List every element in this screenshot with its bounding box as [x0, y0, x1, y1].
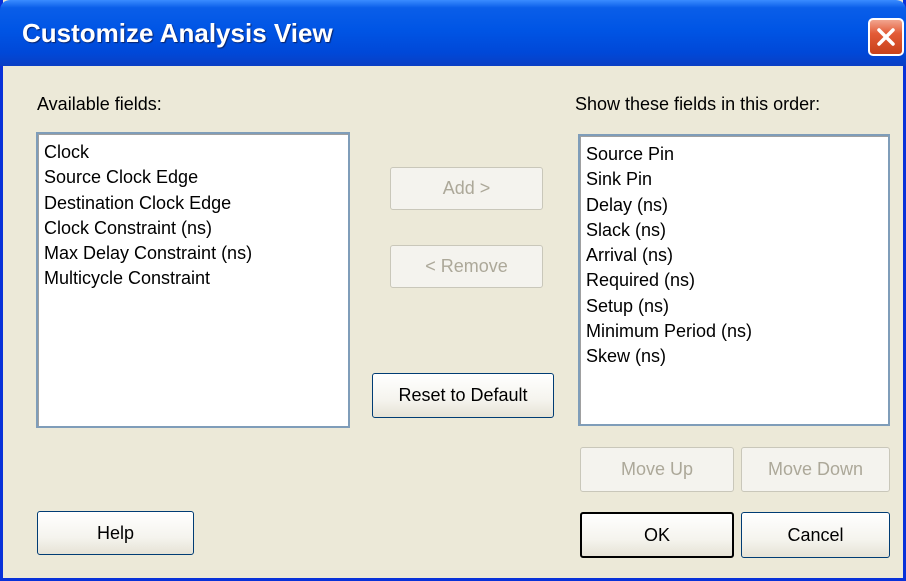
remove-button[interactable]: < Remove [390, 245, 543, 288]
list-item[interactable]: Clock [44, 140, 252, 165]
title-bar[interactable]: Customize Analysis View [0, 0, 906, 66]
available-fields-items: Clock Source Clock Edge Destination Clock … [44, 140, 252, 292]
dialog-window: Customize Analysis View Available fields… [0, 0, 906, 581]
list-item[interactable]: Multicycle Constraint [44, 266, 252, 291]
cancel-button[interactable]: Cancel [741, 512, 890, 558]
show-fields-label: Show these fields in this order: [575, 94, 821, 114]
available-fields-label: Available fields: [37, 94, 162, 114]
list-item[interactable]: Arrival (ns) [586, 243, 752, 268]
list-item[interactable]: Max Delay Constraint (ns) [44, 241, 252, 266]
list-item[interactable]: Required (ns) [586, 268, 752, 293]
list-item[interactable]: Source Clock Edge [44, 165, 252, 190]
list-item[interactable]: Clock Constraint (ns) [44, 216, 252, 241]
shown-fields-list[interactable]: Source Pin Sink Pin Delay (ns) Slack (ns) Ar… [578, 134, 890, 426]
list-item[interactable]: Setup (ns) [586, 294, 752, 319]
list-item[interactable]: Delay (ns) [586, 193, 752, 218]
close-icon [877, 28, 895, 46]
list-item[interactable]: Skew (ns) [586, 344, 752, 369]
reset-to-default-button[interactable]: Reset to Default [372, 373, 554, 418]
close-button[interactable] [868, 18, 904, 56]
list-item[interactable]: Sink Pin [586, 167, 752, 192]
ok-button[interactable]: OK [580, 512, 734, 558]
list-item[interactable]: Source Pin [586, 142, 752, 167]
move-up-button[interactable]: Move Up [580, 447, 734, 492]
available-fields-list[interactable]: Clock Source Clock Edge Destination Clock … [36, 132, 350, 428]
dialog-title: Customize Analysis View [22, 18, 333, 48]
move-down-button[interactable]: Move Down [741, 447, 890, 492]
list-item[interactable]: Destination Clock Edge [44, 191, 252, 216]
help-button[interactable]: Help [37, 511, 194, 555]
add-button[interactable]: Add > [390, 167, 543, 210]
list-item[interactable]: Slack (ns) [586, 218, 752, 243]
shown-fields-items: Source Pin Sink Pin Delay (ns) Slack (ns) Ar… [586, 142, 752, 370]
list-item[interactable]: Minimum Period (ns) [586, 319, 752, 344]
